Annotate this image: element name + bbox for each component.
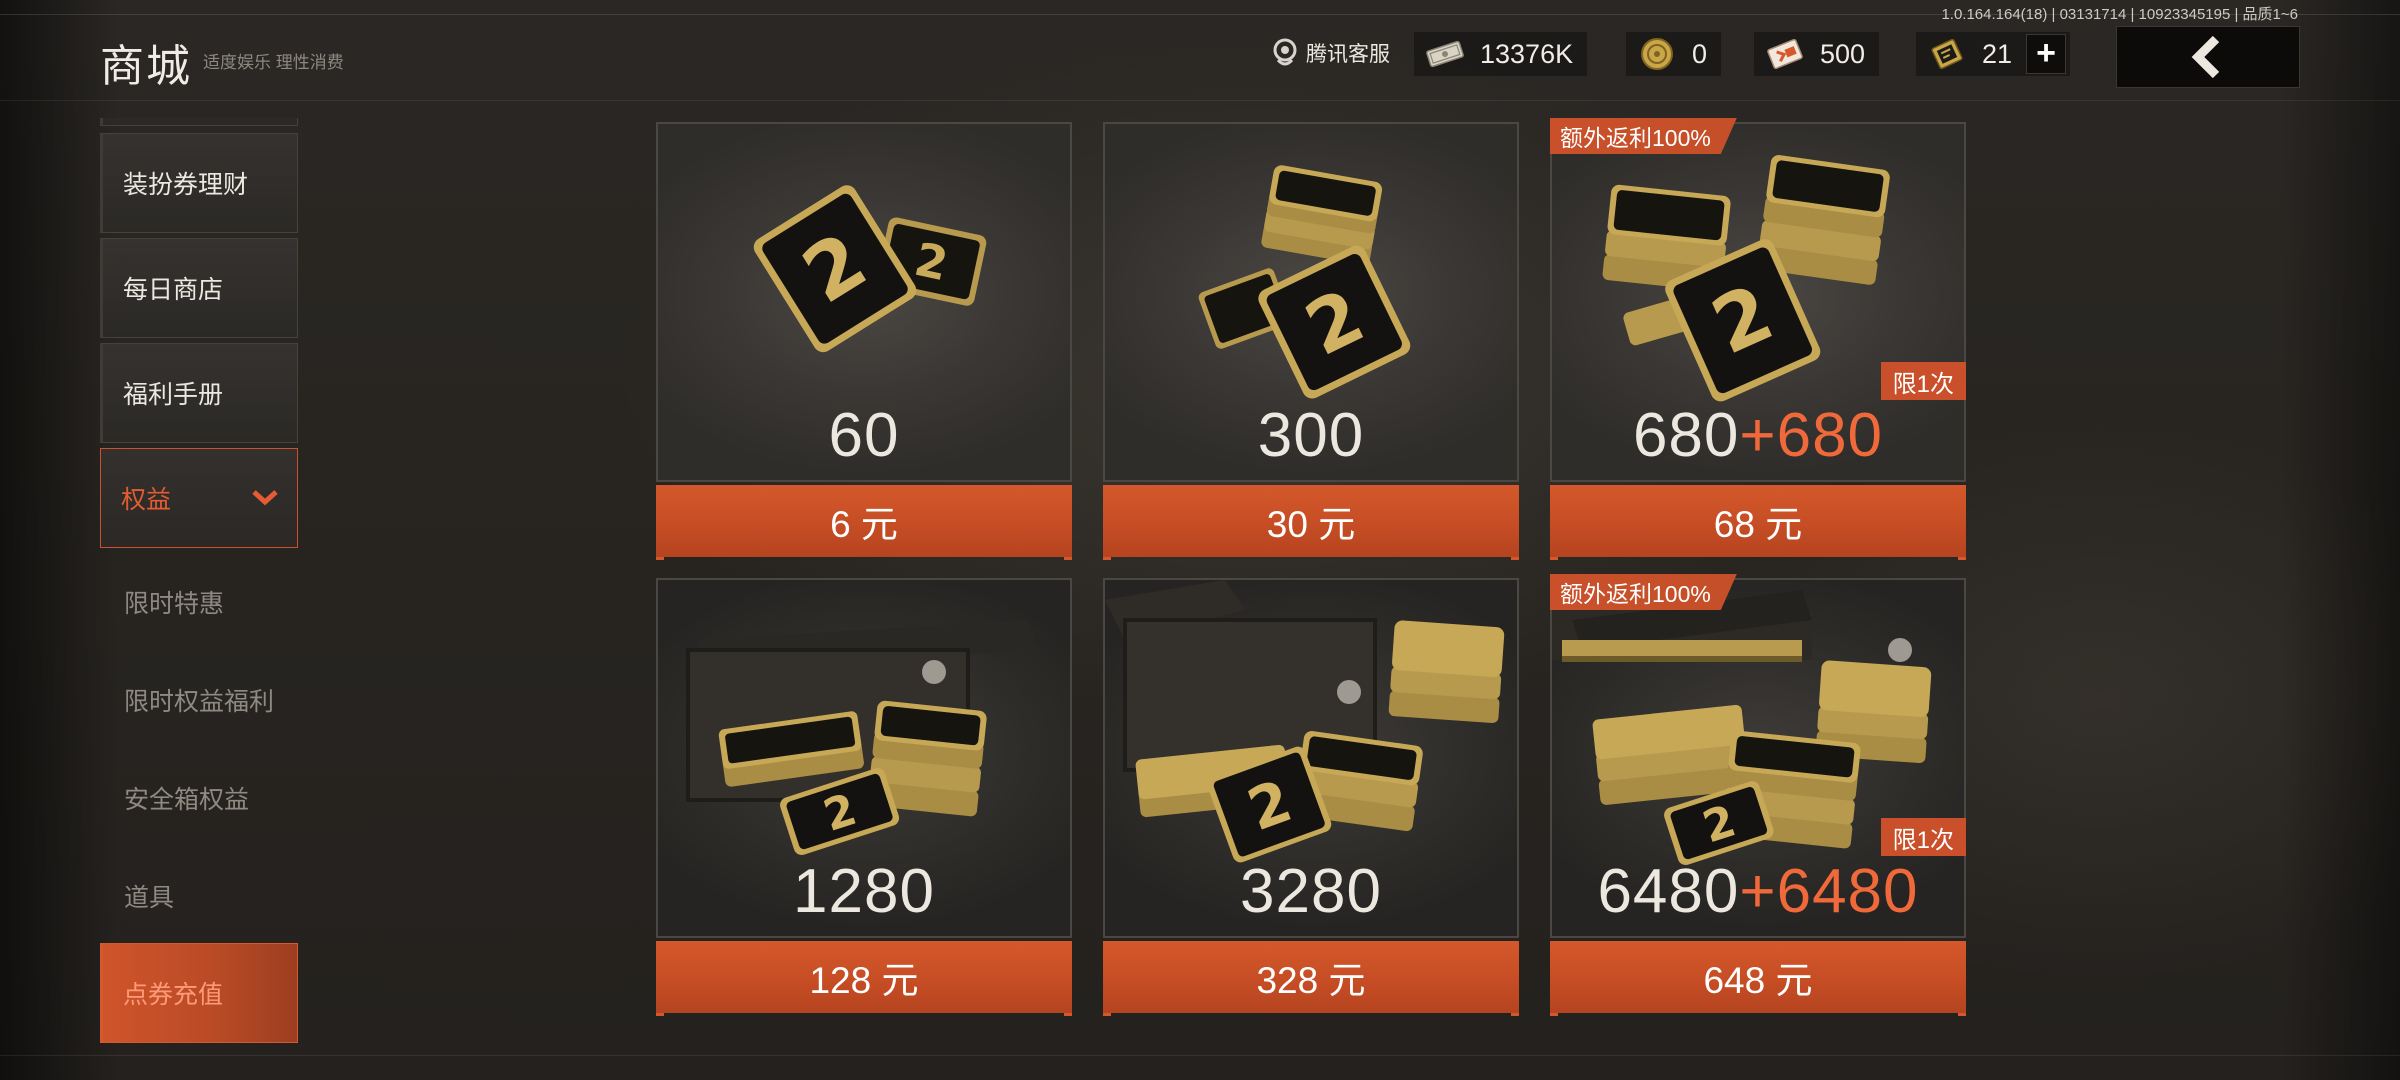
sidebar-subitem-safebox-benefits[interactable]: 安全箱权益	[124, 780, 249, 816]
cash-bundle-icon	[1424, 37, 1466, 71]
product-card[interactable]: 2 额外返利100% 限1次 6480+6480 648 元	[1550, 578, 1966, 1016]
buy-button[interactable]: 648 元	[1550, 941, 1966, 1016]
page-title: 商城	[100, 42, 192, 91]
currency-coupon-value: 21	[1982, 38, 2013, 69]
buy-button[interactable]: 328 元	[1103, 941, 1519, 1016]
product-amount-value: 680	[1632, 401, 1740, 470]
product-amount: 300	[1103, 400, 1519, 471]
product-amount-value: 6480	[1597, 857, 1740, 926]
tencent-qq-icon	[1273, 38, 1297, 66]
product-amount-value: 300	[1257, 401, 1365, 470]
product-bonus-value: +680	[1739, 401, 1884, 470]
product-amount: 3280	[1103, 856, 1519, 927]
product-card[interactable]: 2 1280 128 元	[656, 578, 1072, 1016]
page-subtitle: 适度娱乐 理性消费	[203, 53, 344, 72]
sidebar-item-partial[interactable]	[100, 118, 298, 126]
sidebar-item-label: 福利手册	[123, 381, 224, 409]
bottom-divider	[0, 1055, 2400, 1056]
sidebar-item-label: 点券充值	[123, 981, 224, 1009]
product-bonus-value: +6480	[1739, 857, 1919, 926]
voucher-ticket-icon	[1764, 37, 1806, 71]
product-amount: 6480+6480	[1550, 856, 1966, 927]
back-button[interactable]	[2116, 26, 2300, 88]
sidebar-subitem-limited-offer[interactable]: 限时特惠	[124, 584, 224, 620]
buy-button[interactable]: 68 元	[1550, 485, 1966, 560]
sidebar-item-daily-shop[interactable]: 每日商店	[100, 238, 298, 338]
recharge-plus-button[interactable]: +	[2026, 34, 2067, 74]
coupon-bar-icon	[1926, 37, 1968, 71]
sidebar-item-label: 权益	[121, 486, 172, 514]
category-sidebar: 装扮券理财 每日商店 福利手册 权益 限时特惠 限时权益福利 安全箱权益 道具 …	[100, 118, 298, 1048]
product-amount-value: 3280	[1240, 857, 1382, 926]
product-amount: 60	[656, 400, 1072, 471]
customer-service-label: 腾讯客服	[1306, 43, 1390, 66]
header-divider	[0, 100, 2400, 101]
currency-voucher: 500	[1754, 32, 1880, 76]
product-card[interactable]: 2 300 30 元	[1103, 122, 1519, 560]
product-card[interactable]: 2 2 60 6 元	[656, 122, 1072, 560]
sidebar-item-outfit-finance[interactable]: 装扮券理财	[100, 133, 298, 233]
buy-button[interactable]: 30 元	[1103, 485, 1519, 560]
currency-gold: 0	[1626, 32, 1722, 76]
chevron-left-icon	[2191, 35, 2220, 79]
buy-button[interactable]: 128 元	[656, 941, 1072, 1016]
product-card[interactable]: 2 额外返利100% 限1次 680+680 68 元	[1550, 122, 1966, 560]
sidebar-item-recharge[interactable]: 点券充值	[100, 943, 298, 1043]
rebate-badge: 额外返利100%	[1550, 118, 1737, 154]
gold-coin-icon	[1636, 37, 1678, 71]
currency-cash: 13376K	[1414, 32, 1588, 76]
version-info: 1.0.164.164(18) | 03131714 | 10923345195…	[1941, 6, 2298, 23]
chevron-down-icon	[252, 490, 278, 506]
sidebar-item-benefits[interactable]: 权益	[100, 448, 298, 548]
product-amount-value: 60	[828, 401, 900, 470]
currency-coupon: 21 +	[1916, 32, 2071, 76]
customer-service-button[interactable]: 腾讯客服	[1272, 38, 1390, 68]
sidebar-item-welfare-handbook[interactable]: 福利手册	[100, 343, 298, 443]
sidebar-subitem-items[interactable]: 道具	[124, 878, 174, 914]
sidebar-subitem-limited-benefits[interactable]: 限时权益福利	[124, 682, 274, 718]
product-amount: 1280	[656, 856, 1072, 927]
rebate-badge: 额外返利100%	[1550, 574, 1737, 610]
purchase-limit-badge: 限1次	[1880, 362, 1966, 400]
sidebar-item-label: 每日商店	[123, 276, 224, 304]
buy-button[interactable]: 6 元	[656, 485, 1072, 560]
sidebar-item-label: 装扮券理财	[123, 171, 249, 199]
currency-gold-value: 0	[1692, 38, 1708, 69]
product-amount-value: 1280	[793, 857, 935, 926]
currency-cash-value: 13376K	[1480, 38, 1574, 69]
currency-voucher-value: 500	[1820, 38, 1866, 69]
product-card[interactable]: 2 3280 328 元	[1103, 578, 1519, 1016]
product-amount: 680+680	[1550, 400, 1966, 471]
purchase-limit-badge: 限1次	[1880, 818, 1966, 856]
